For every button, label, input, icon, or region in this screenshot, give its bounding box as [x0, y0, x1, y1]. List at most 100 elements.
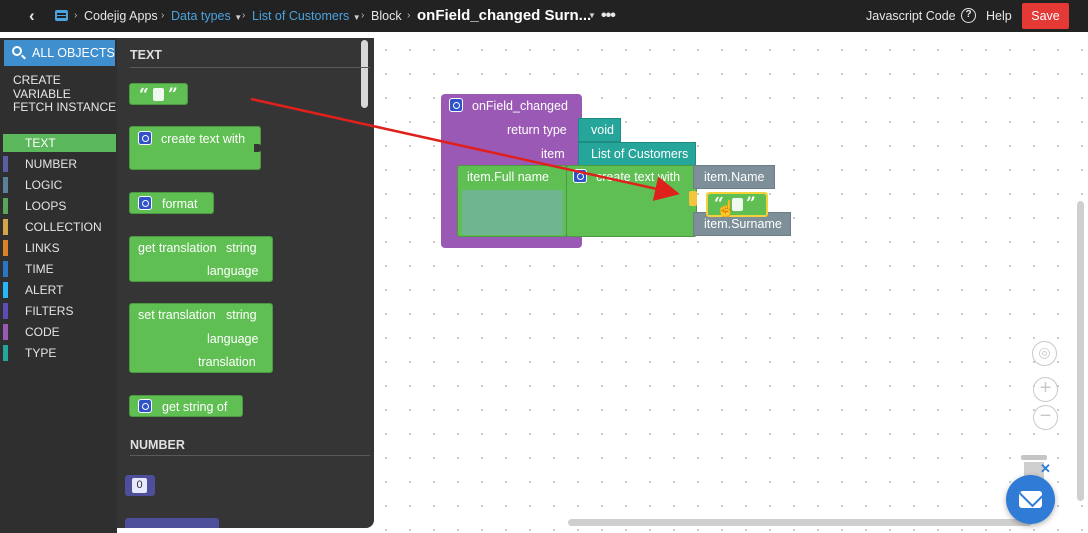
format-block[interactable]: format: [129, 192, 214, 214]
category-filters[interactable]: FILTERS: [3, 302, 116, 320]
all-objects-label: ALL OBJECTS: [32, 46, 115, 60]
section-title-number: NUMBER: [130, 438, 185, 452]
category-color-bar: [3, 324, 8, 340]
back-chevron-icon[interactable]: ‹: [29, 0, 35, 32]
section-divider: [130, 455, 370, 456]
chat-support-button[interactable]: [1006, 475, 1055, 524]
breadcrumb-label: List of Customers: [252, 9, 350, 23]
more-dots-icon[interactable]: •••: [601, 0, 616, 32]
block-input-label: string: [226, 241, 257, 255]
caret-down-icon: ▼: [352, 13, 361, 22]
block-label: get translation: [138, 241, 217, 255]
title-caret-icon[interactable]: ▼: [588, 0, 596, 32]
category-logic[interactable]: LOGIC: [3, 176, 116, 194]
category-alert[interactable]: ALERT: [3, 281, 116, 299]
close-icon: ✕: [1040, 461, 1051, 476]
section-divider: [130, 67, 370, 68]
return-type-value-block[interactable]: void: [578, 118, 621, 142]
event-block-title: onField_changed: [472, 99, 568, 113]
close-quote-icon: ”: [746, 194, 756, 214]
recenter-icon[interactable]: ◎: [1032, 341, 1057, 366]
create-text-with-block[interactable]: create text with: [129, 126, 262, 170]
create-variable-button[interactable]: CREATE VARIABLE: [13, 73, 117, 101]
gear-icon[interactable]: [138, 399, 152, 413]
block-label: get string of: [162, 400, 228, 414]
workspace-horizontal-scrollbar[interactable]: [568, 519, 1032, 526]
category-sidebar: ALL OBJECTS CREATE VARIABLE FETCH INSTAN…: [0, 38, 117, 533]
category-time[interactable]: TIME: [3, 260, 116, 278]
number-arithmetic-block[interactable]: [125, 518, 219, 528]
page-title: onField_changed Surn...: [417, 7, 592, 24]
breadcrumb-data-types[interactable]: Data types ▼: [171, 0, 242, 32]
get-string-of-block[interactable]: get string of: [129, 395, 243, 417]
item-type-block[interactable]: List of Customers: [578, 142, 696, 166]
category-type[interactable]: TYPE: [3, 344, 116, 362]
number-field[interactable]: 0: [132, 478, 147, 493]
block-label: format: [162, 197, 198, 211]
set-field-label: item.Full name: [467, 170, 549, 184]
category-color-bar: [3, 345, 8, 361]
category-color-bar: [3, 198, 8, 214]
block-label: create text with: [161, 132, 246, 146]
return-type-label: return type: [507, 123, 567, 137]
breadcrumb-app[interactable]: Codejig Apps: [84, 0, 158, 32]
breadcrumb-label: Data types: [171, 9, 231, 23]
zoom-in-icon[interactable]: +: [1033, 377, 1058, 402]
help-link[interactable]: Help: [986, 0, 1012, 32]
field-input-slot: [462, 190, 563, 235]
help-icon[interactable]: ?: [961, 0, 976, 32]
fetch-instance-button[interactable]: FETCH INSTANCE: [13, 100, 116, 114]
category-text[interactable]: TEXT: [3, 134, 116, 152]
all-objects-button[interactable]: ALL OBJECTS: [4, 40, 115, 66]
category-loops[interactable]: LOOPS: [3, 197, 116, 215]
block-input-label: string: [226, 308, 257, 322]
save-button[interactable]: Save: [1022, 3, 1069, 29]
app-list-icon[interactable]: [55, 10, 68, 21]
open-quote-icon: “: [139, 85, 149, 105]
number-literal-block[interactable]: 0: [125, 475, 155, 496]
block-input-label: language: [207, 332, 259, 346]
close-quote-icon: ”: [168, 85, 178, 105]
workspace-vertical-scrollbar[interactable]: [1077, 201, 1084, 501]
category-color-bar: [3, 261, 8, 277]
item-label: item: [541, 147, 565, 161]
flyout-scrollbar[interactable]: [361, 40, 368, 108]
category-color-bar: [3, 135, 8, 151]
breadcrumb-list-of-customers[interactable]: List of Customers ▼: [252, 0, 361, 32]
category-color-bar: [3, 219, 8, 235]
gear-icon[interactable]: [138, 131, 152, 145]
gear-icon[interactable]: [138, 196, 152, 210]
item-name-block[interactable]: item.Name: [693, 165, 775, 189]
hand-cursor-icon: ☝: [716, 201, 736, 218]
category-collection[interactable]: COLLECTION: [3, 218, 116, 236]
connection-highlight: [689, 191, 697, 206]
javascript-code-link[interactable]: Javascript Code: [866, 0, 956, 32]
category-links[interactable]: LINKS: [3, 239, 116, 257]
category-color-bar: [3, 303, 8, 319]
breadcrumb-separator-icon: ›: [161, 10, 165, 21]
envelope-icon: [1019, 491, 1042, 508]
category-color-bar: [3, 240, 8, 256]
top-bar: ‹ › Codejig Apps › Data types ▼ › List o…: [0, 0, 1088, 32]
block-flyout: TEXT “ ” create text with format get tra…: [117, 38, 374, 528]
create-text-with-label: create text with: [596, 170, 681, 184]
section-title-text: TEXT: [130, 48, 162, 62]
block-input-label: translation: [198, 355, 256, 369]
get-translation-block[interactable]: get translation string language: [129, 236, 273, 282]
category-code[interactable]: CODE: [3, 323, 116, 341]
set-translation-block[interactable]: set translation string language translat…: [129, 303, 273, 373]
breadcrumb-block[interactable]: Block: [371, 0, 402, 32]
gear-icon[interactable]: [573, 169, 587, 183]
text-field[interactable]: [153, 88, 164, 101]
category-number[interactable]: NUMBER: [3, 155, 116, 173]
category-color-bar: [3, 177, 8, 193]
block-label: set translation: [138, 308, 216, 322]
caret-down-icon: ▼: [234, 13, 243, 22]
search-icon: [12, 46, 22, 56]
zoom-out-icon[interactable]: −: [1033, 405, 1058, 430]
gear-icon[interactable]: [449, 98, 463, 112]
block-input-label: language: [207, 264, 259, 278]
category-color-bar: [3, 282, 8, 298]
breadcrumb-separator-icon: ›: [242, 10, 246, 21]
text-literal-block[interactable]: “ ”: [129, 83, 188, 105]
